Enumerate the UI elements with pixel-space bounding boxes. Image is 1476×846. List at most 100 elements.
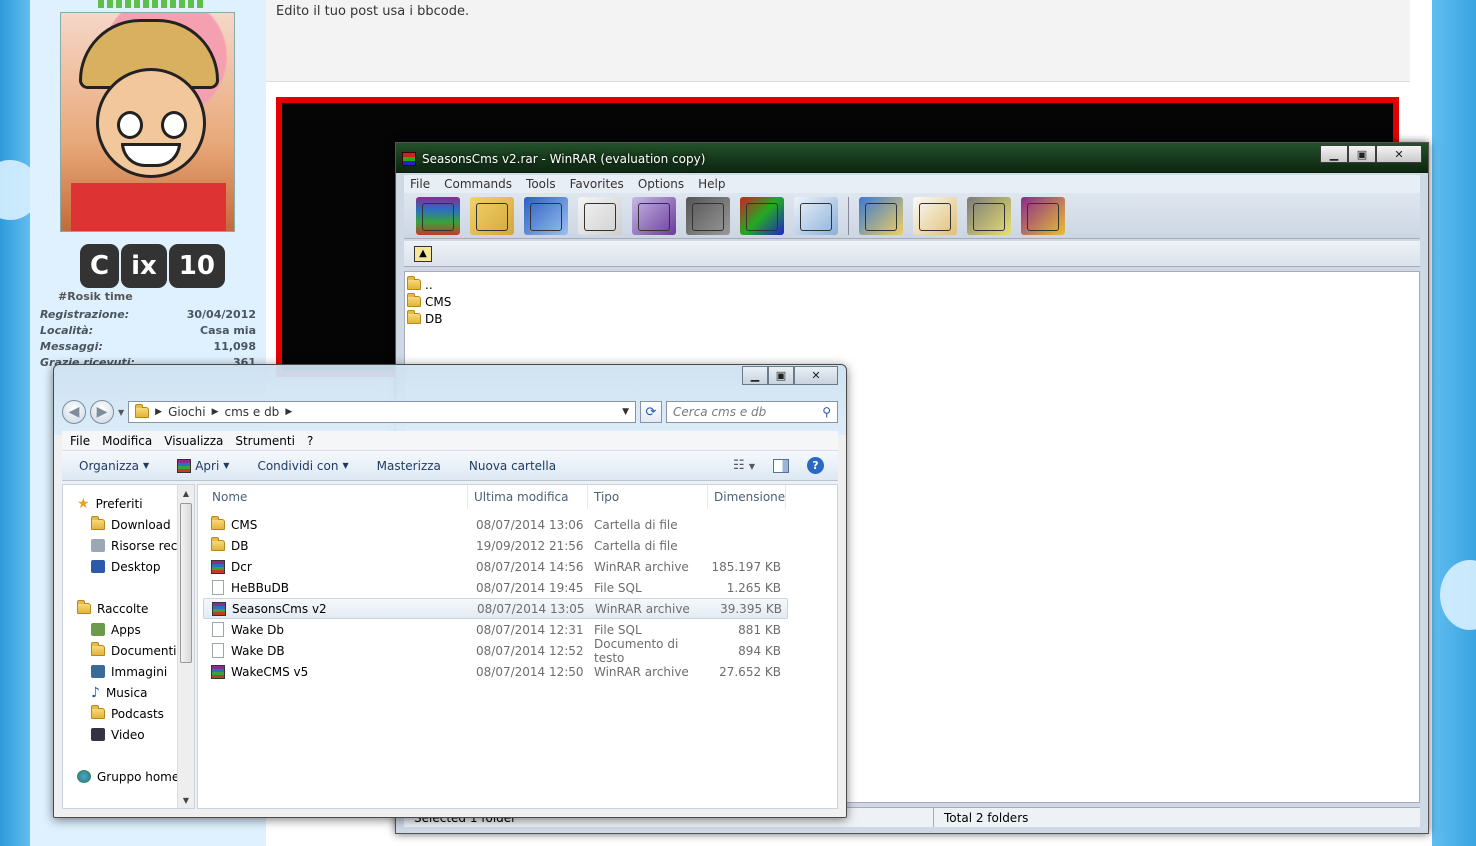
breadcrumb-item[interactable]: cms e db (225, 405, 280, 419)
avatar-eye (117, 111, 143, 139)
file-name: CMS (425, 294, 452, 309)
table-row[interactable]: Wake DB 08/07/2014 12:52 Documento di te… (203, 637, 788, 665)
badge: ix (121, 244, 167, 288)
help-icon[interactable]: ? (807, 457, 824, 474)
chevron-right-icon[interactable]: ▶ (212, 407, 219, 417)
file-name: CMS (231, 517, 258, 532)
open-button[interactable]: Apri ▼ (177, 458, 230, 473)
maximize-button[interactable]: ▣ (1348, 145, 1376, 163)
address-dropdown-icon[interactable]: ▼ (622, 407, 629, 417)
table-row-selected[interactable]: SeasonsCms v2 08/07/2014 13:05 WinRAR ar… (203, 598, 788, 619)
list-item[interactable]: DB (407, 310, 1417, 327)
text-file-icon (212, 643, 224, 658)
share-label: Condividi con (257, 458, 339, 473)
forward-button[interactable]: ▶ (90, 400, 114, 424)
avatar (60, 12, 235, 232)
test-icon[interactable] (524, 196, 568, 235)
view-options-icon[interactable]: ☷ ▼ (733, 458, 755, 473)
menu-help[interactable]: Help (698, 177, 725, 191)
repair-icon[interactable] (859, 196, 903, 235)
recent-pages-chevron-icon[interactable]: ▼ (118, 408, 124, 417)
up-one-level-icon[interactable]: ▲ (414, 245, 432, 262)
minimize-button[interactable]: ▁ (742, 366, 768, 385)
command-bar: Organizza ▼ Apri ▼ Condividi con ▼ Masteriz… (62, 451, 838, 481)
menu-strumenti[interactable]: Strumenti (235, 434, 295, 448)
delete-icon[interactable] (632, 196, 676, 235)
column-modified[interactable]: Ultima modifica (468, 485, 588, 509)
nav-label: Video (111, 727, 145, 742)
address-bar[interactable]: ▶ Giochi ▶ cms e db ▶ ▼ (128, 401, 636, 423)
refresh-icon[interactable]: ⟳ (640, 401, 662, 423)
menu-commands[interactable]: Commands (444, 177, 512, 191)
protect-icon[interactable] (967, 196, 1011, 235)
menu-visualizza[interactable]: Visualizza (164, 434, 223, 448)
table-row[interactable]: DB 19/09/2012 21:56 Cartella di file (203, 535, 788, 556)
scroll-up-icon[interactable]: ▲ (178, 485, 194, 501)
search-input[interactable]: Cerca cms e db ⚲ (666, 401, 838, 423)
file-date: 08/07/2014 12:52 (476, 643, 584, 658)
table-row[interactable]: WakeCMS v5 08/07/2014 12:50 WinRAR archi… (203, 661, 788, 682)
list-item[interactable]: .. (407, 276, 1417, 293)
column-type[interactable]: Tipo (588, 485, 708, 509)
list-item[interactable]: CMS (407, 293, 1417, 310)
search-icon[interactable]: ⚲ (822, 405, 831, 419)
breadcrumb-item[interactable]: Giochi (168, 405, 206, 419)
close-button[interactable]: ✕ (794, 366, 838, 385)
folder-icon (407, 293, 421, 307)
comment-icon[interactable] (913, 196, 957, 235)
scroll-down-icon[interactable]: ▼ (178, 792, 194, 808)
sfx-icon[interactable] (1021, 196, 1065, 235)
search-placeholder: Cerca cms e db (673, 405, 767, 419)
organize-button[interactable]: Organizza ▼ (79, 459, 149, 473)
preview-pane-icon[interactable] (773, 458, 789, 473)
burn-button[interactable]: Masterizza (377, 459, 441, 473)
column-name[interactable]: Nome (198, 485, 468, 509)
menu-file[interactable]: File (70, 434, 90, 448)
folder-icon (407, 276, 421, 290)
file-date: 08/07/2014 13:05 (477, 601, 585, 616)
table-row[interactable]: Dcr 08/07/2014 14:56 WinRAR archive 185.… (203, 556, 788, 577)
menu-favorites[interactable]: Favorites (570, 177, 624, 191)
find-icon[interactable] (686, 196, 730, 235)
menu-options[interactable]: Options (638, 177, 684, 191)
file-type: WinRAR archive (595, 601, 690, 616)
sql-file-icon (212, 622, 224, 637)
file-name: Dcr (231, 559, 252, 574)
chevron-down-icon: ▼ (223, 461, 230, 470)
menu-tools[interactable]: Tools (526, 177, 556, 191)
nav-scrollbar[interactable]: ▲ ▼ (177, 485, 194, 808)
file-size: 894 KB (738, 643, 781, 658)
file-date: 08/07/2014 19:45 (476, 580, 584, 595)
column-size[interactable]: Dimensione (708, 485, 786, 509)
file-name: DB (425, 311, 443, 326)
scroll-thumb[interactable] (180, 503, 192, 663)
file-type: WinRAR archive (594, 559, 689, 574)
chevron-right-icon[interactable]: ▶ (155, 407, 162, 417)
file-size: 39.395 KB (720, 601, 782, 616)
menu-modifica[interactable]: Modifica (102, 434, 152, 448)
chevron-right-icon[interactable]: ▶ (285, 407, 292, 417)
file-name: HeBBuDB (231, 580, 289, 595)
wizard-icon[interactable] (740, 196, 784, 235)
close-button[interactable]: ✕ (1376, 145, 1422, 163)
maximize-button[interactable]: ▣ (768, 366, 794, 385)
share-button[interactable]: Condividi con ▼ (257, 459, 348, 473)
extract-to-icon[interactable] (470, 196, 514, 235)
badge: C (80, 244, 120, 288)
title-bar: SeasonsCms v2.rar - WinRAR (evaluation c… (402, 148, 705, 170)
menu-file[interactable]: File (410, 177, 430, 191)
back-button[interactable]: ◀ (62, 400, 86, 424)
organize-label: Organizza (79, 458, 140, 473)
avatar-mouth (121, 143, 181, 167)
new-folder-button[interactable]: Nuova cartella (469, 459, 556, 473)
info-icon[interactable] (794, 196, 838, 235)
view-icon[interactable] (578, 196, 622, 235)
table-row[interactable]: HeBBuDB 08/07/2014 19:45 File SQL 1.265 … (203, 577, 788, 598)
file-type: File SQL (594, 580, 642, 595)
add-icon[interactable] (416, 196, 460, 235)
menu-help[interactable]: ? (307, 434, 313, 448)
homegroup-icon (77, 770, 91, 783)
minimize-button[interactable]: ▁ (1320, 145, 1348, 163)
file-name: Wake Db (231, 622, 285, 637)
table-row[interactable]: CMS 08/07/2014 13:06 Cartella di file (203, 514, 788, 535)
